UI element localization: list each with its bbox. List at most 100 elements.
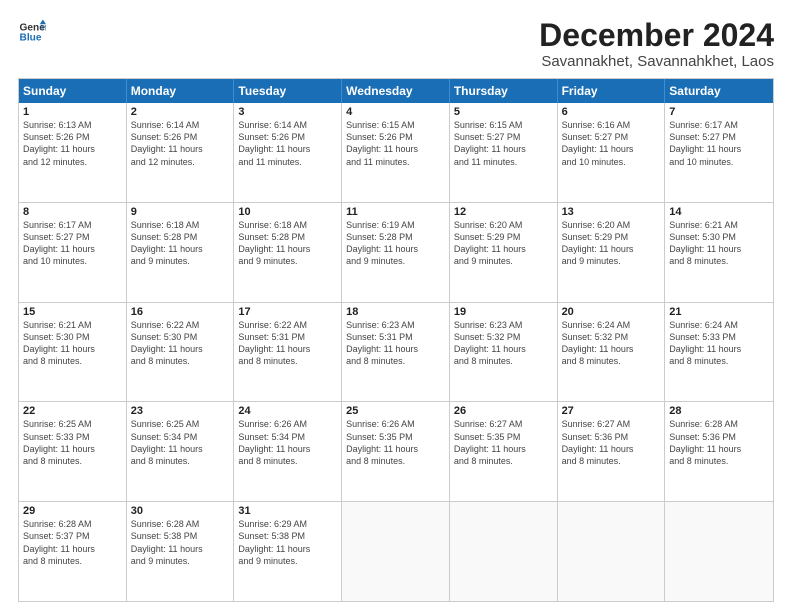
day-info: Sunrise: 6:20 AM <box>562 219 661 231</box>
day-info: and 10 minutes. <box>562 156 661 168</box>
day-number: 18 <box>346 306 445 318</box>
table-row: 15Sunrise: 6:21 AMSunset: 5:30 PMDayligh… <box>19 303 127 402</box>
table-row: 20Sunrise: 6:24 AMSunset: 5:32 PMDayligh… <box>558 303 666 402</box>
month-title: December 2024 <box>539 18 774 53</box>
table-row <box>342 502 450 601</box>
day-info: and 8 minutes. <box>346 355 445 367</box>
day-info: Sunset: 5:27 PM <box>669 131 769 143</box>
day-number: 31 <box>238 505 337 517</box>
day-info: Sunset: 5:34 PM <box>131 431 230 443</box>
day-number: 25 <box>346 405 445 417</box>
day-number: 5 <box>454 106 553 118</box>
day-info: Sunrise: 6:28 AM <box>669 418 769 430</box>
day-info: and 8 minutes. <box>131 355 230 367</box>
day-info: Sunset: 5:27 PM <box>454 131 553 143</box>
day-info: and 12 minutes. <box>23 156 122 168</box>
day-info: Sunrise: 6:14 AM <box>238 119 337 131</box>
day-number: 13 <box>562 206 661 218</box>
day-info: and 8 minutes. <box>669 255 769 267</box>
day-info: Daylight: 11 hours <box>23 343 122 355</box>
day-number: 15 <box>23 306 122 318</box>
day-number: 2 <box>131 106 230 118</box>
day-info: Sunset: 5:37 PM <box>23 530 122 542</box>
table-row: 1Sunrise: 6:13 AMSunset: 5:26 PMDaylight… <box>19 103 127 202</box>
day-info: Sunset: 5:31 PM <box>238 331 337 343</box>
day-info: Sunrise: 6:26 AM <box>346 418 445 430</box>
table-row: 28Sunrise: 6:28 AMSunset: 5:36 PMDayligh… <box>665 402 773 501</box>
day-info: Daylight: 11 hours <box>131 343 230 355</box>
day-info: Daylight: 11 hours <box>238 243 337 255</box>
day-info: Daylight: 11 hours <box>131 443 230 455</box>
table-row: 5Sunrise: 6:15 AMSunset: 5:27 PMDaylight… <box>450 103 558 202</box>
day-info: Daylight: 11 hours <box>346 143 445 155</box>
day-info: Sunrise: 6:23 AM <box>346 319 445 331</box>
day-info: Sunset: 5:28 PM <box>238 231 337 243</box>
day-info: Sunrise: 6:20 AM <box>454 219 553 231</box>
table-row: 2Sunrise: 6:14 AMSunset: 5:26 PMDaylight… <box>127 103 235 202</box>
header-monday: Monday <box>127 79 235 103</box>
day-info: Sunrise: 6:16 AM <box>562 119 661 131</box>
logo-icon: General Blue <box>18 18 46 46</box>
day-info: and 8 minutes. <box>23 355 122 367</box>
table-row: 13Sunrise: 6:20 AMSunset: 5:29 PMDayligh… <box>558 203 666 302</box>
day-info: Sunrise: 6:21 AM <box>669 219 769 231</box>
day-info: Daylight: 11 hours <box>238 343 337 355</box>
day-number: 29 <box>23 505 122 517</box>
day-info: Sunrise: 6:19 AM <box>346 219 445 231</box>
day-info: Sunrise: 6:13 AM <box>23 119 122 131</box>
day-info: Daylight: 11 hours <box>454 243 553 255</box>
day-info: and 12 minutes. <box>131 156 230 168</box>
day-info: Sunrise: 6:25 AM <box>131 418 230 430</box>
day-info: Sunrise: 6:29 AM <box>238 518 337 530</box>
day-info: and 9 minutes. <box>238 255 337 267</box>
table-row: 18Sunrise: 6:23 AMSunset: 5:31 PMDayligh… <box>342 303 450 402</box>
day-info: and 8 minutes. <box>669 455 769 467</box>
day-number: 19 <box>454 306 553 318</box>
day-info: Daylight: 11 hours <box>669 443 769 455</box>
day-number: 24 <box>238 405 337 417</box>
day-info: Daylight: 11 hours <box>454 143 553 155</box>
day-info: Sunset: 5:34 PM <box>238 431 337 443</box>
table-row: 23Sunrise: 6:25 AMSunset: 5:34 PMDayligh… <box>127 402 235 501</box>
day-number: 27 <box>562 405 661 417</box>
table-row: 11Sunrise: 6:19 AMSunset: 5:28 PMDayligh… <box>342 203 450 302</box>
day-info: Sunset: 5:33 PM <box>669 331 769 343</box>
day-info: Daylight: 11 hours <box>346 443 445 455</box>
day-info: Sunset: 5:29 PM <box>562 231 661 243</box>
day-info: Sunset: 5:35 PM <box>454 431 553 443</box>
day-info: Sunset: 5:38 PM <box>238 530 337 542</box>
day-info: Sunrise: 6:24 AM <box>669 319 769 331</box>
day-info: and 9 minutes. <box>454 255 553 267</box>
day-info: and 8 minutes. <box>562 455 661 467</box>
table-row <box>450 502 558 601</box>
day-info: Daylight: 11 hours <box>454 343 553 355</box>
day-info: Sunrise: 6:28 AM <box>131 518 230 530</box>
day-info: and 8 minutes. <box>669 355 769 367</box>
location-title: Savannakhet, Savannahkhet, Laos <box>539 53 774 70</box>
day-info: Daylight: 11 hours <box>562 143 661 155</box>
day-info: Sunset: 5:36 PM <box>669 431 769 443</box>
table-row <box>665 502 773 601</box>
header-friday: Friday <box>558 79 666 103</box>
day-info: Sunset: 5:32 PM <box>562 331 661 343</box>
day-info: Daylight: 11 hours <box>562 343 661 355</box>
table-row: 22Sunrise: 6:25 AMSunset: 5:33 PMDayligh… <box>19 402 127 501</box>
day-info: and 8 minutes. <box>23 555 122 567</box>
day-info: Sunset: 5:26 PM <box>238 131 337 143</box>
day-info: Sunrise: 6:26 AM <box>238 418 337 430</box>
day-number: 21 <box>669 306 769 318</box>
day-info: Daylight: 11 hours <box>669 143 769 155</box>
day-info: Sunrise: 6:22 AM <box>131 319 230 331</box>
table-row: 19Sunrise: 6:23 AMSunset: 5:32 PMDayligh… <box>450 303 558 402</box>
day-info: Sunrise: 6:18 AM <box>238 219 337 231</box>
day-info: and 8 minutes. <box>346 455 445 467</box>
day-info: Sunrise: 6:17 AM <box>23 219 122 231</box>
day-info: and 8 minutes. <box>454 355 553 367</box>
logo: General Blue <box>18 18 46 46</box>
day-info: and 8 minutes. <box>131 455 230 467</box>
day-info: Sunset: 5:33 PM <box>23 431 122 443</box>
day-info: and 9 minutes. <box>131 555 230 567</box>
day-number: 3 <box>238 106 337 118</box>
day-info: Daylight: 11 hours <box>346 243 445 255</box>
calendar-body: 1Sunrise: 6:13 AMSunset: 5:26 PMDaylight… <box>19 103 773 601</box>
